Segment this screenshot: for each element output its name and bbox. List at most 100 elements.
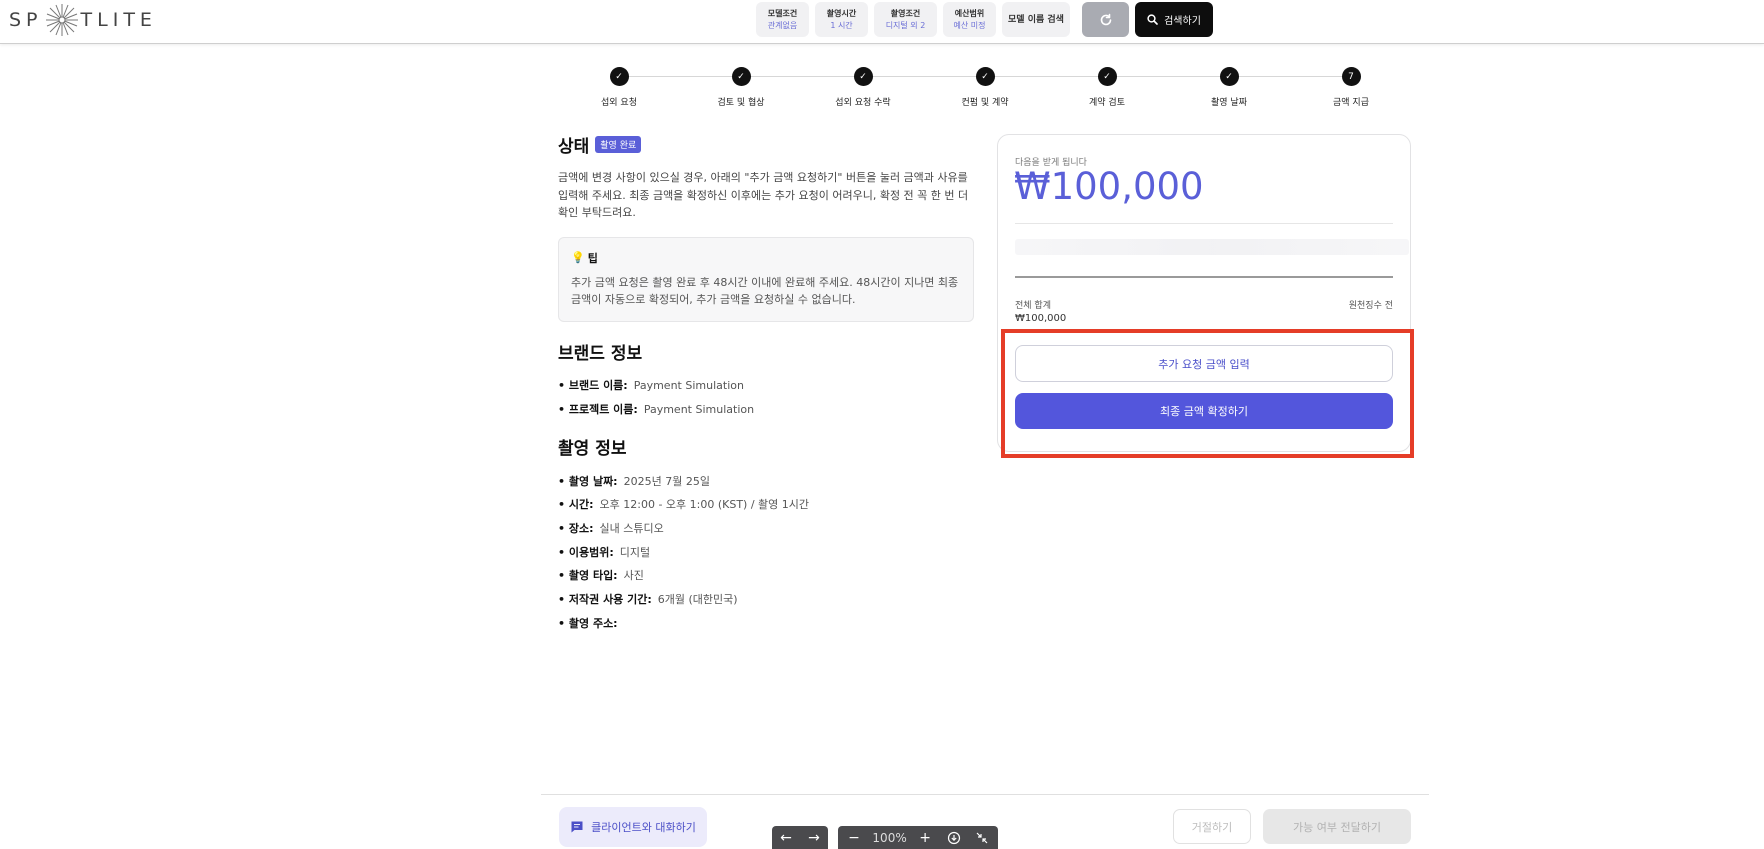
model-name-search-button[interactable]: 모델 이름 검색 — [1002, 2, 1070, 37]
shoot-time-label: 시간: — [558, 496, 594, 512]
copyright-period-label: 저작권 사용 기간: — [558, 591, 652, 607]
chat-button-label: 클라이언트와 대화하기 — [591, 821, 696, 834]
step-label: 계약 검토 — [1089, 98, 1125, 108]
filter-title: 촬영조건 — [890, 8, 921, 18]
arrow-right-icon[interactable]: → — [808, 830, 820, 846]
step-check-icon: ✓ — [853, 67, 873, 86]
spotlight-star-icon — [45, 4, 78, 36]
usage-scope-label: 이용범위: — [558, 544, 614, 560]
footer-divider — [541, 794, 1429, 795]
status-title: 상태 — [558, 137, 590, 157]
arrow-left-icon[interactable]: ← — [780, 830, 792, 846]
divider — [1015, 223, 1393, 224]
collapse-icon[interactable] — [972, 828, 992, 848]
shoot-type-label: 촬영 타입: — [558, 567, 618, 583]
step-payment: 7 금액 지급 — [1291, 67, 1411, 108]
list-item: 시간: 오후 12:00 - 오후 1:00 (KST) / 촬영 1시간 — [558, 493, 974, 517]
list-item: 이용범위: 디지털 — [558, 540, 974, 564]
zoom-level: 100% — [872, 830, 907, 845]
location-label: 장소: — [558, 520, 594, 536]
brand-name-value: Payment Simulation — [633, 378, 744, 392]
brand-name-label: 브랜드 이름: — [558, 377, 628, 393]
tip-header: 💡 팁 — [571, 250, 961, 266]
step-review: ✓ 검토 및 협상 — [681, 67, 801, 108]
list-item: 촬영 주소: — [558, 611, 974, 635]
search-filters: 모델조건 관계없음 촬영시간 1 시간 촬영조건 디지털 외 2 예산범위 예산… — [756, 2, 1070, 37]
step-number-badge: 7 — [1341, 67, 1361, 86]
deliver-availability-button[interactable]: 가능 여부 전달하기 — [1263, 809, 1411, 844]
lightbulb-icon: 💡 — [571, 251, 585, 264]
tip-box: 💡 팁 추가 금액 요청은 촬영 완료 후 48시간 이내에 완료해 주세요. … — [558, 236, 974, 322]
filter-title: 예산범위 — [954, 8, 985, 18]
project-name-value: Payment Simulation — [643, 402, 755, 416]
list-item: 브랜드 이름: Payment Simulation — [558, 374, 974, 398]
filter-shoot-condition[interactable]: 촬영조건 디지털 외 2 — [874, 2, 937, 37]
step-label: 검토 및 협상 — [717, 98, 765, 108]
status-header: 상태 촬영 완료 — [558, 132, 974, 157]
step-label: 촬영 날짜 — [1211, 98, 1247, 108]
brand-info-title: 브랜드 정보 — [558, 343, 643, 364]
model-name-search-label: 모델 이름 검색 — [1008, 14, 1064, 25]
filter-title: 모델조건 — [767, 8, 798, 18]
shoot-time-value: 오후 12:00 - 오후 1:00 (KST) / 촬영 1시간 — [599, 498, 810, 512]
download-icon[interactable] — [944, 828, 964, 848]
progress-stepper: ✓ 섭외 요청 ✓ 검토 및 협상 ✓ 섭외 요청 수락 ✓ 컨펌 및 계약 ✓… — [558, 64, 1392, 124]
filter-model-condition[interactable]: 모델조건 관계없음 — [756, 2, 809, 37]
blurred-row — [1015, 239, 1409, 255]
viewer-nav-toolbar: ← → — [772, 826, 828, 849]
step-label: 섭외 요청 수락 — [835, 98, 891, 108]
filter-shoot-time[interactable]: 촬영시간 1 시간 — [815, 2, 868, 37]
step-check-icon: ✓ — [609, 67, 629, 86]
list-item: 저작권 사용 기간: 6개월 (대한민국) — [558, 587, 974, 611]
top-header: SP TLITE 모델조건 관계없음 촬영시간 1 시간 촬영조건 디지털 외 … — [0, 0, 1764, 44]
shoot-type-value: 사진 — [623, 569, 644, 583]
booking-details: 상태 촬영 완료 금액에 변경 사항이 있으실 경우, 아래의 "추가 금액 요… — [558, 132, 974, 635]
filter-value: 관계없음 — [767, 20, 798, 30]
chat-icon — [571, 821, 583, 833]
status-badge: 촬영 완료 — [595, 136, 642, 153]
receive-amount: ₩100,000 — [1014, 165, 1204, 208]
step-label: 섭외 요청 — [601, 98, 637, 108]
step-check-icon: ✓ — [975, 67, 995, 86]
search-button-label: 검색하기 — [1164, 16, 1201, 27]
filter-value: 1 시간 — [830, 20, 853, 30]
tip-text: 추가 금액 요청은 촬영 완료 후 48시간 이내에 완료해 주세요. 48시간… — [571, 275, 959, 307]
divider — [1015, 276, 1393, 278]
refresh-icon — [1100, 13, 1111, 25]
filter-budget[interactable]: 예산범위 예산 미정 — [943, 2, 996, 37]
step-check-icon: ✓ — [1219, 67, 1239, 86]
usage-scope-value: 디지털 — [619, 545, 651, 559]
decline-button[interactable]: 거절하기 — [1173, 809, 1251, 844]
zoom-out-icon[interactable]: − — [844, 828, 864, 848]
search-button[interactable]: 검색하기 — [1135, 2, 1213, 37]
filter-title: 촬영시간 — [826, 8, 857, 18]
list-item: 장소: 실내 스튜디오 — [558, 516, 974, 540]
step-label: 금액 지급 — [1333, 98, 1369, 108]
request-additional-amount-button[interactable]: 추가 요청 금액 입력 — [1015, 345, 1393, 382]
step-shoot-date: ✓ 촬영 날짜 — [1169, 67, 1289, 108]
step-check-icon: ✓ — [1097, 67, 1117, 86]
shoot-address-label: 촬영 주소: — [558, 615, 618, 631]
step-contract-review: ✓ 계약 검토 — [1047, 67, 1167, 108]
refresh-button[interactable] — [1082, 2, 1129, 37]
search-icon — [1147, 14, 1158, 25]
list-item: 프로젝트 이름: Payment Simulation — [558, 397, 974, 421]
list-item: 촬영 날짜: 2025년 7월 25일 — [558, 469, 974, 493]
step-accept: ✓ 섭외 요청 수락 — [803, 67, 923, 108]
logo-text-left: SP — [9, 9, 43, 31]
total-label: 전체 합계 — [1015, 301, 1051, 311]
spotlite-logo[interactable]: SP TLITE — [9, 4, 157, 36]
logo-text-right: TLITE — [80, 9, 157, 31]
zoom-in-icon[interactable]: + — [915, 828, 935, 848]
shoot-info-list: 촬영 날짜: 2025년 7월 25일 시간: 오후 12:00 - 오후 1:00… — [558, 469, 974, 635]
tip-title: 팁 — [587, 251, 598, 265]
confirm-final-amount-button[interactable]: 최종 금액 확정하기 — [1015, 393, 1393, 429]
chat-with-client-button[interactable]: 클라이언트와 대화하기 — [559, 807, 707, 847]
brand-info-list: 브랜드 이름: Payment Simulation 프로젝트 이름: Paymen… — [558, 374, 974, 421]
total-value: ₩100,000 — [1015, 313, 1067, 324]
step-label: 컨펌 및 계약 — [961, 98, 1009, 108]
filter-value: 디지털 외 2 — [885, 20, 926, 30]
shoot-date-label: 촬영 날짜: — [558, 473, 618, 489]
list-item: 촬영 타입: 사진 — [558, 564, 974, 588]
step-check-icon: ✓ — [731, 67, 751, 86]
